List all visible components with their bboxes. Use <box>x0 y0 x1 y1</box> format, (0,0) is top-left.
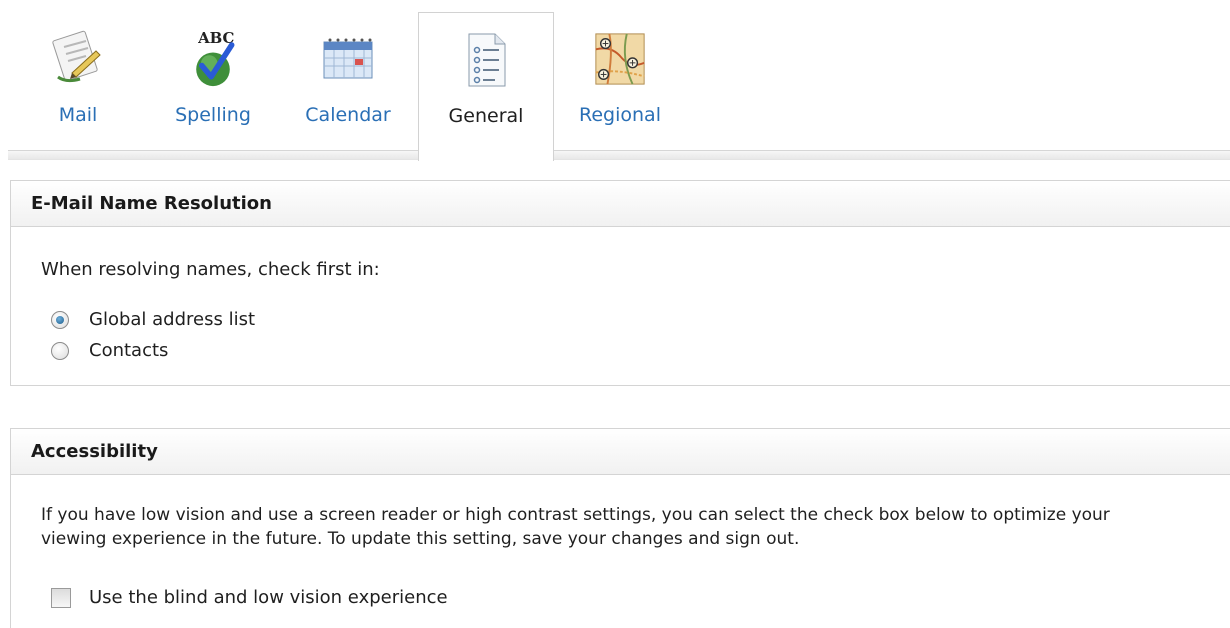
options-tabstrip: Mail ABC Spelling Calendar General Regio… <box>0 0 1230 161</box>
regional-icon <box>592 26 648 92</box>
tab-spelling-label: Spelling <box>175 104 251 126</box>
radio-label: Contacts <box>89 340 169 361</box>
tab-calendar-label: Calendar <box>305 104 391 126</box>
tab-calendar[interactable]: Calendar <box>298 12 398 152</box>
section-title: Accessibility <box>11 429 1230 475</box>
blind-low-vision-checkbox[interactable] <box>51 587 71 608</box>
email-name-resolution-section: E-Mail Name Resolution When resolving na… <box>10 180 1230 386</box>
tab-general[interactable]: General <box>418 12 554 161</box>
tab-spelling[interactable]: ABC Spelling <box>168 12 258 152</box>
checkbox-label: Use the blind and low vision experience <box>89 587 448 608</box>
radio-label: Global address list <box>89 309 256 330</box>
radio-button[interactable] <box>51 341 69 360</box>
tab-regional-label: Regional <box>579 104 661 126</box>
tab-general-label: General <box>448 105 524 127</box>
spelling-icon: ABC <box>185 26 241 92</box>
general-icon <box>458 27 514 93</box>
options-page: Mail ABC Spelling Calendar General Regio… <box>0 0 1230 628</box>
section-title: E-Mail Name Resolution <box>11 181 1230 227</box>
tab-mail-label: Mail <box>58 104 98 126</box>
calendar-icon <box>320 26 376 92</box>
mail-icon <box>50 26 106 92</box>
accessibility-section: Accessibility If you have low vision and… <box>10 428 1230 628</box>
accessibility-description: If you have low vision and use a screen … <box>41 505 1110 549</box>
blind-low-vision-option[interactable]: Use the blind and low vision experience <box>51 587 448 608</box>
radio-global-address-list[interactable]: Global address list <box>51 309 255 330</box>
tab-mail[interactable]: Mail <box>38 12 118 152</box>
tab-regional[interactable]: Regional <box>572 12 668 152</box>
radio-button-checked[interactable] <box>51 310 69 329</box>
resolution-prompt: When resolving names, check first in: <box>41 259 380 280</box>
radio-contacts[interactable]: Contacts <box>51 340 168 361</box>
